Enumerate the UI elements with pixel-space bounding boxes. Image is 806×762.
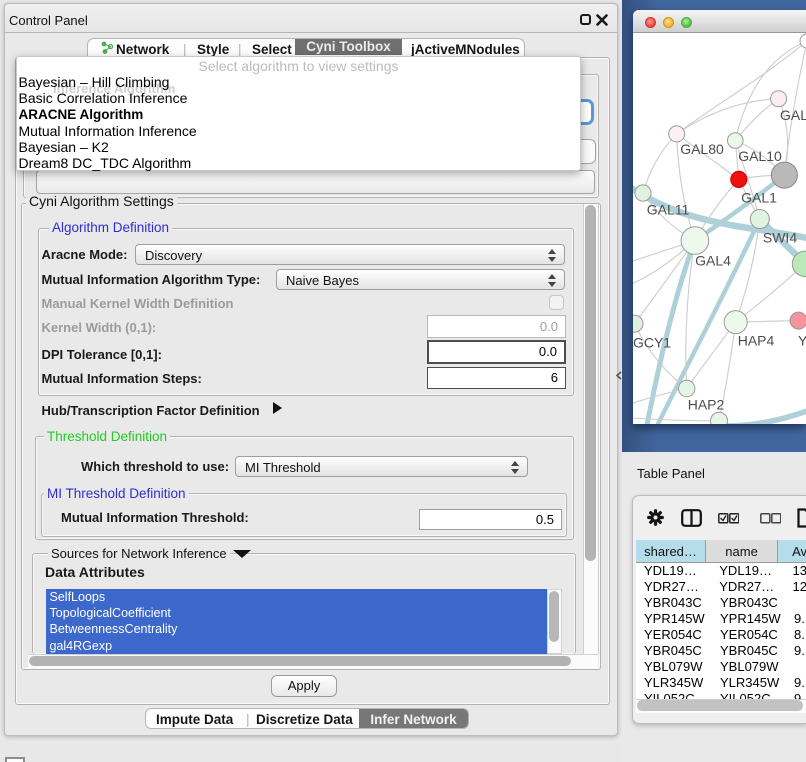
svg-text:GCY1: GCY1 [633, 335, 671, 351]
svg-text:HAP2: HAP2 [688, 397, 725, 413]
svg-text:SWI4: SWI4 [763, 230, 797, 246]
svg-text:GAL1: GAL1 [741, 190, 777, 206]
svg-text:HAP4: HAP4 [738, 333, 775, 349]
svg-text:GAL10: GAL10 [738, 148, 782, 164]
svg-text:GAL: GAL [780, 107, 806, 123]
svg-text:GAL4: GAL4 [695, 253, 731, 269]
svg-text:Y: Y [798, 333, 806, 349]
svg-text:GAL80: GAL80 [680, 141, 724, 157]
svg-text:GAL11: GAL11 [647, 202, 690, 218]
